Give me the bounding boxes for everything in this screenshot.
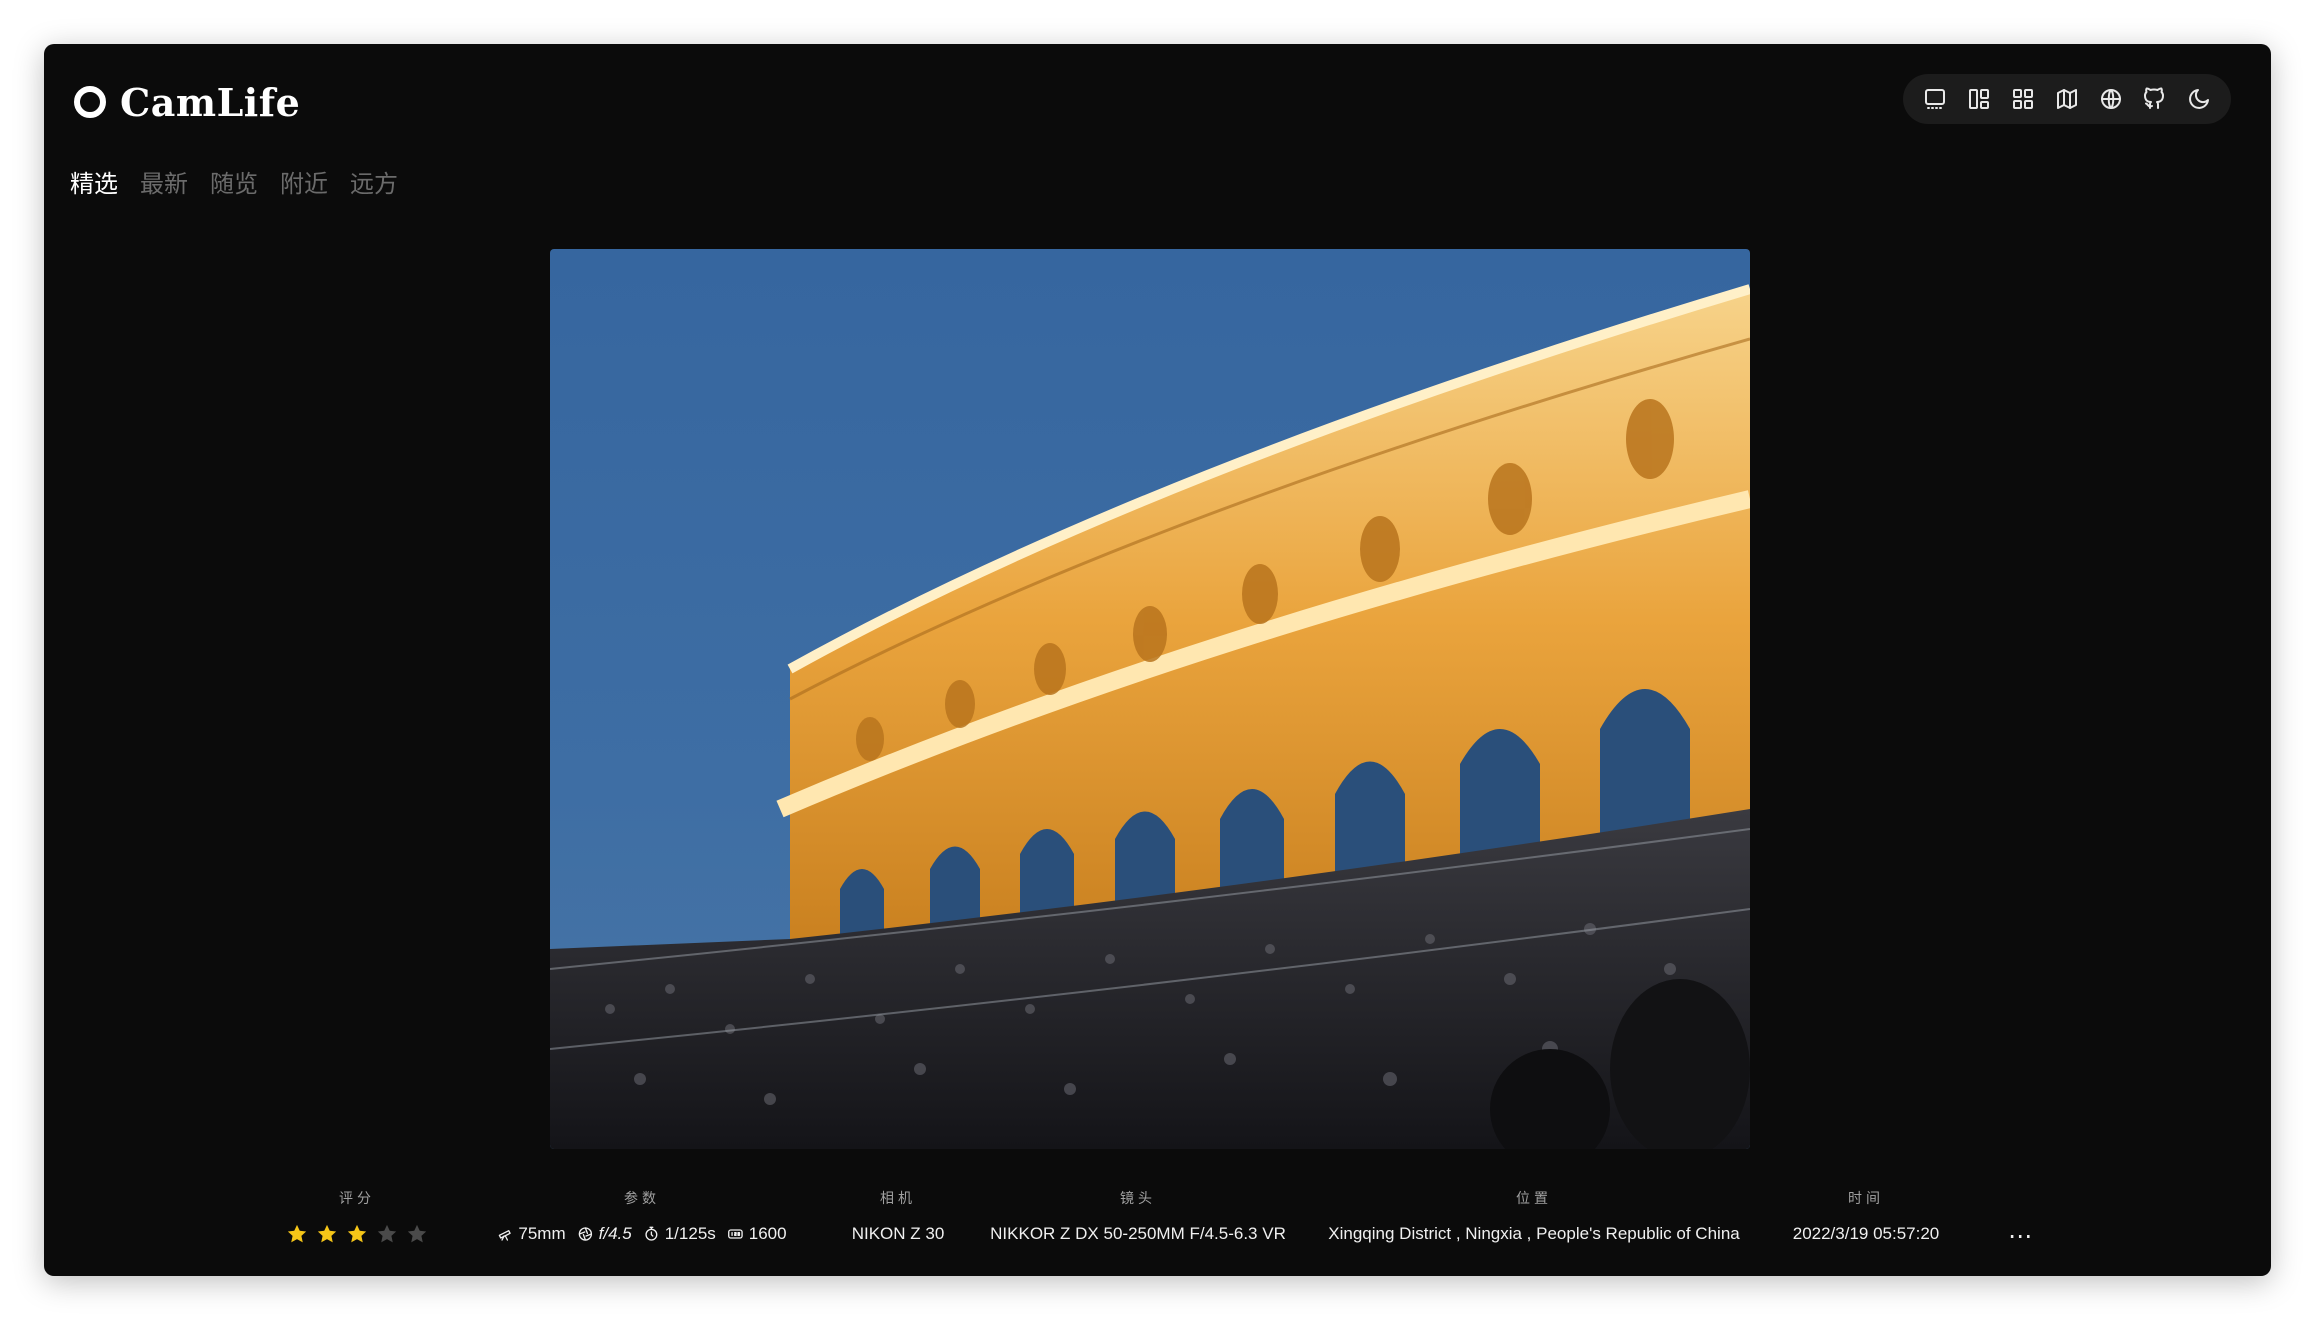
location-label: 位置 bbox=[1515, 1191, 1552, 1207]
dark-mode-moon-icon bbox=[2189, 89, 2209, 109]
focal-length-value: 75mm bbox=[518, 1224, 566, 1243]
camera-value: NIKON Z 30 bbox=[851, 1224, 945, 1243]
iso-icon bbox=[728, 1229, 744, 1239]
single-view-button[interactable] bbox=[1919, 83, 1951, 115]
star-filled-icon[interactable] bbox=[286, 1223, 308, 1245]
grid-layout-icon bbox=[2013, 89, 2033, 109]
main-photo[interactable] bbox=[550, 249, 1750, 1149]
time-column: 时间 2022/3/19 05:57:20 bbox=[1793, 1189, 1940, 1245]
map-icon bbox=[2057, 89, 2077, 109]
app-name: CamLife bbox=[120, 79, 301, 125]
category-tabs: 精选 最新 随览 附近 远方 bbox=[70, 164, 398, 199]
star-filled-icon[interactable] bbox=[316, 1223, 338, 1245]
rating-column: 评分 bbox=[286, 1189, 428, 1245]
logo-ring-icon bbox=[74, 86, 106, 118]
grid-layout-button[interactable] bbox=[2007, 83, 2039, 115]
app-logo[interactable]: CamLife bbox=[74, 74, 300, 130]
lens-label: 镜头 bbox=[1119, 1191, 1156, 1207]
aperture: f/4.5 bbox=[578, 1223, 632, 1245]
focal-length: 75mm bbox=[497, 1223, 566, 1245]
aperture-icon bbox=[578, 1227, 593, 1241]
time-label: 时间 bbox=[1848, 1191, 1884, 1207]
globe-icon bbox=[2101, 89, 2121, 109]
shutter-speed: 1/125s bbox=[644, 1223, 716, 1245]
github-button[interactable] bbox=[2139, 83, 2171, 115]
location-column: 位置 Xingqing District , Ningxia , People'… bbox=[1328, 1189, 1739, 1245]
tab-latest[interactable]: 最新 bbox=[140, 164, 188, 199]
shutter-value: 1/125s bbox=[664, 1224, 716, 1243]
params-label: 参数 bbox=[623, 1191, 660, 1207]
masonry-layout-button[interactable] bbox=[1963, 83, 1995, 115]
camera-column: 相机 NIKON Z 30 bbox=[852, 1189, 945, 1245]
map-button[interactable] bbox=[2051, 83, 2083, 115]
telescope-icon bbox=[498, 1230, 511, 1241]
view-toolbar bbox=[1903, 74, 2231, 124]
time-value: 2022/3/19 05:57:20 bbox=[1792, 1224, 1940, 1243]
dark-mode-toggle[interactable] bbox=[2183, 83, 2215, 115]
star-empty-icon[interactable] bbox=[376, 1223, 398, 1245]
camera-label: 相机 bbox=[880, 1191, 916, 1207]
photo-illuminated-colonnade-with-crowd bbox=[550, 249, 1750, 1149]
photo-metadata-bar: 评分 参数 75mm f/4.5 1/125s 1600 相机 NIKON Z … bbox=[44, 1189, 2271, 1259]
rating-stars[interactable] bbox=[286, 1223, 428, 1245]
tab-faraway[interactable]: 远方 bbox=[350, 164, 398, 199]
rating-label: 评分 bbox=[339, 1191, 375, 1207]
github-icon bbox=[2144, 87, 2164, 109]
tab-browse[interactable]: 随览 bbox=[210, 164, 258, 199]
lens-column: 镜头 NIKKOR Z DX 50-250MM F/4.5-6.3 VR bbox=[990, 1189, 1286, 1245]
location-value[interactable]: Xingqing District , Ningxia , People's R… bbox=[1328, 1223, 1739, 1245]
star-filled-icon[interactable] bbox=[346, 1223, 368, 1245]
tab-featured[interactable]: 精选 bbox=[70, 164, 118, 199]
iso: 1600 bbox=[728, 1223, 787, 1245]
single-view-icon bbox=[1925, 89, 1945, 109]
star-empty-icon[interactable] bbox=[406, 1223, 428, 1245]
lens-value: NIKKOR Z DX 50-250MM F/4.5-6.3 VR bbox=[990, 1224, 1286, 1243]
masonry-layout-icon bbox=[1969, 89, 1989, 109]
params-column: 参数 75mm f/4.5 1/125s 1600 bbox=[497, 1189, 787, 1245]
iso-value: 1600 bbox=[748, 1224, 787, 1243]
app-window: CamLife 精选 最新 随览 附近 远方 评分 参数 75mm f/4.5 … bbox=[44, 44, 2271, 1276]
stopwatch-icon bbox=[645, 1226, 658, 1241]
tab-nearby[interactable]: 附近 bbox=[280, 164, 328, 199]
globe-button[interactable] bbox=[2095, 83, 2127, 115]
more-options-button[interactable]: ⋯ bbox=[2008, 1225, 2034, 1249]
aperture-value: f/4.5 bbox=[598, 1224, 632, 1243]
